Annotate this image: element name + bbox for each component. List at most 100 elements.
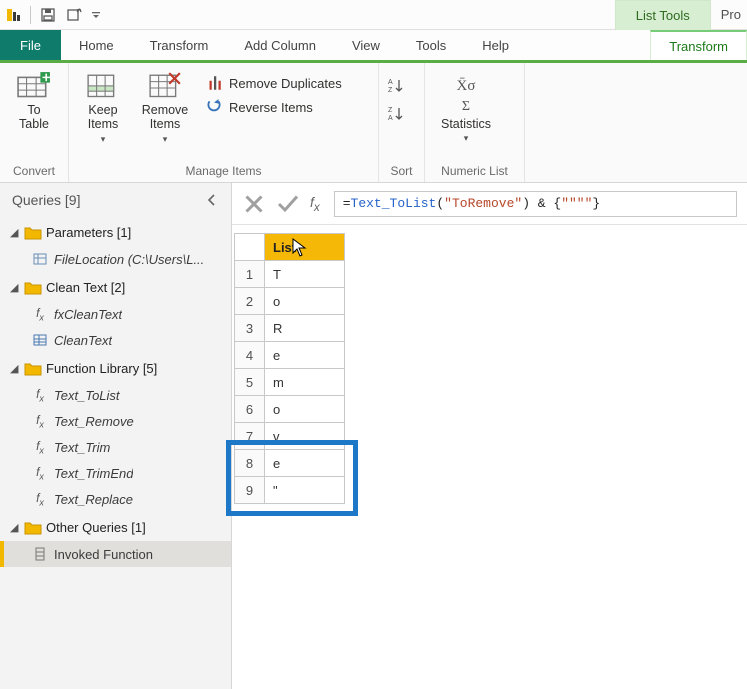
tree-group-header[interactable]: ◢Function Library [5] — [0, 355, 231, 382]
tree-group-header[interactable]: ◢Clean Text [2] — [0, 274, 231, 301]
table-row[interactable]: 7v — [235, 423, 345, 450]
remove-items-icon — [148, 71, 182, 101]
cell-value[interactable]: o — [265, 396, 345, 423]
cancel-formula-icon[interactable] — [242, 192, 266, 216]
cell-value[interactable]: T — [265, 261, 345, 288]
query-item-label: Text_Remove — [54, 414, 134, 429]
table-row[interactable]: 6o — [235, 396, 345, 423]
ribbon-group-sort: AZ ZA Sort — [379, 63, 425, 182]
to-table-label: To Table — [19, 103, 49, 132]
query-item[interactable]: FileLocation (C:\Users\L... — [0, 246, 231, 272]
tab-view[interactable]: View — [334, 30, 398, 60]
cell-value[interactable]: e — [265, 450, 345, 477]
grid-corner[interactable] — [235, 234, 265, 261]
table-row[interactable]: 5m — [235, 369, 345, 396]
table-row[interactable]: 8e — [235, 450, 345, 477]
keep-items-button[interactable]: Keep Items ▾ — [75, 67, 131, 144]
formula-input[interactable]: = Text_ToList ( "ToRemove" ) & { """" } — [334, 191, 737, 217]
tab-home[interactable]: Home — [61, 30, 132, 60]
query-item[interactable]: fxText_Trim — [0, 434, 231, 460]
table-row[interactable]: 4e — [235, 342, 345, 369]
ribbon-group-convert-label: Convert — [6, 162, 62, 182]
table-row[interactable]: 9" — [235, 477, 345, 504]
cell-value[interactable]: v — [265, 423, 345, 450]
formula-arg: "ToRemove" — [444, 196, 522, 211]
table-row[interactable]: 2o — [235, 288, 345, 315]
cell-value[interactable]: o — [265, 288, 345, 315]
tab-transform[interactable]: Transform — [132, 30, 227, 60]
ribbon: To Table Convert Keep Items ▾ Remove Ite… — [0, 63, 747, 183]
tree-group: ◢Clean Text [2]fxfxCleanTextCleanText — [0, 274, 231, 353]
caret-down-icon: ◢ — [10, 281, 20, 294]
table-row[interactable]: 1T — [235, 261, 345, 288]
table-row[interactable]: 3R — [235, 315, 345, 342]
data-grid[interactable]: List 1T2o3R4e5m6o7v8e9" — [234, 233, 345, 504]
query-item[interactable]: Invoked Function — [0, 541, 231, 567]
fx-icon: fx — [32, 306, 48, 322]
cell-value[interactable]: R — [265, 315, 345, 342]
tree-group-header[interactable]: ◢Parameters [1] — [0, 219, 231, 246]
collapse-pane-icon[interactable] — [203, 191, 221, 209]
save-icon[interactable] — [37, 4, 59, 26]
content-area: fx = Text_ToList ( "ToRemove" ) & { """"… — [232, 183, 747, 689]
queries-header: Queries [9] — [0, 183, 231, 217]
caret-down-icon: ◢ — [10, 521, 20, 534]
fx-icon: fx — [32, 439, 48, 455]
row-number: 4 — [235, 342, 265, 369]
tree-group: ◢ Other Queries [1] Invoked Function — [0, 514, 231, 567]
chevron-down-icon: ▾ — [101, 134, 106, 144]
titlebar: List Tools Pro — [0, 0, 747, 30]
sort-desc-button[interactable]: ZA — [385, 103, 407, 125]
query-item[interactable]: fx Text_Remove — [0, 408, 231, 434]
cell-value[interactable]: m — [265, 369, 345, 396]
formula-prefix: = — [343, 196, 351, 211]
formula-close: ) & { — [522, 196, 561, 211]
commit-formula-icon[interactable] — [276, 192, 300, 216]
formula-fn: Text_ToList — [351, 196, 437, 211]
tab-tools[interactable]: Tools — [398, 30, 464, 60]
refresh-icon[interactable] — [63, 4, 85, 26]
tree-group-label: Other Queries [1] — [46, 520, 146, 535]
chevron-down-icon: ▾ — [464, 133, 469, 143]
cell-value[interactable]: e — [265, 342, 345, 369]
svg-text:A: A — [388, 115, 393, 122]
row-number: 6 — [235, 396, 265, 423]
keep-items-icon — [86, 71, 120, 101]
formula-tail-close: } — [592, 196, 600, 211]
cell-value[interactable]: " — [265, 477, 345, 504]
reverse-items-button[interactable]: Reverse Items — [199, 95, 348, 119]
queries-pane: Queries [9] ◢Parameters [1]FileLocation … — [0, 183, 232, 689]
formula-tail-str: """" — [561, 196, 592, 211]
param-icon — [32, 251, 48, 267]
ribbon-group-numeric: X̄σ Σ Statistics ▾ Numeric List — [425, 63, 525, 182]
sort-asc-button[interactable]: AZ — [385, 75, 407, 97]
tree-group-label: Parameters [1] — [46, 225, 131, 240]
fx-icon: fx — [32, 413, 48, 429]
row-number: 3 — [235, 315, 265, 342]
ribbon-group-numeric-label: Numeric List — [431, 162, 518, 182]
formula-open: ( — [436, 196, 444, 211]
query-item[interactable]: fxfxCleanText — [0, 301, 231, 327]
query-item[interactable]: fxText_Replace — [0, 486, 231, 512]
row-number: 7 — [235, 423, 265, 450]
remove-duplicates-button[interactable]: Remove Duplicates — [199, 71, 348, 95]
to-table-button[interactable]: To Table — [6, 67, 62, 132]
query-item[interactable]: fxText_ToList — [0, 382, 231, 408]
reverse-items-icon — [205, 98, 223, 116]
tab-add-column[interactable]: Add Column — [226, 30, 334, 60]
statistics-button[interactable]: X̄σ Σ Statistics ▾ — [431, 67, 501, 144]
remove-items-button[interactable]: Remove Items ▾ — [137, 67, 193, 144]
list-icon — [32, 546, 48, 562]
query-item[interactable]: CleanText — [0, 327, 231, 353]
tab-help[interactable]: Help — [464, 30, 527, 60]
tab-file[interactable]: File — [0, 30, 61, 60]
statistics-icon: X̄σ — [449, 71, 483, 101]
tree-group-header[interactable]: ◢ Other Queries [1] — [0, 514, 231, 541]
column-header-label: List — [273, 240, 296, 255]
svg-text:A: A — [388, 79, 393, 86]
column-header-list[interactable]: List — [265, 234, 345, 261]
query-item[interactable]: fxText_TrimEnd — [0, 460, 231, 486]
tab-list-transform[interactable]: Transform — [650, 30, 747, 60]
qat-expand-icon[interactable] — [89, 10, 103, 20]
formula-bar: fx = Text_ToList ( "ToRemove" ) & { """"… — [232, 183, 747, 225]
